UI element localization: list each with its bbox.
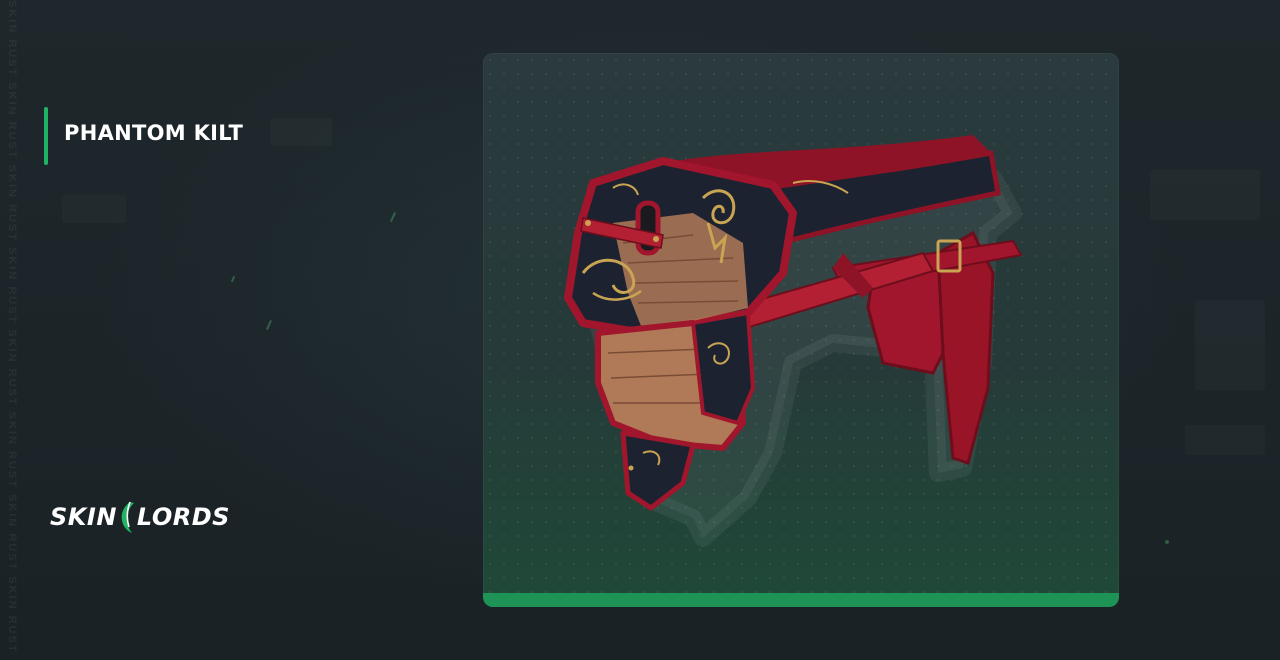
ghost-block: [270, 118, 332, 146]
logo-text-right: LORDS: [136, 503, 230, 531]
item-title: PHANTOM KILT: [64, 121, 244, 145]
kilt-item-icon: [564, 135, 1023, 547]
ghost-block: [1185, 425, 1265, 455]
ghost-block: [62, 195, 126, 223]
ghost-block: [1150, 170, 1260, 220]
item-preview-card: [483, 53, 1119, 607]
ghost-block: [1195, 300, 1265, 390]
title-accent-bar: [44, 107, 48, 165]
rarity-bar: [483, 593, 1119, 607]
leaf-icon: [118, 500, 136, 534]
skinlords-logo: SKIN LORDS: [50, 499, 230, 535]
logo-text-left: SKIN: [50, 503, 117, 531]
side-watermark: SKIN RUST SKIN RUST SKIN RUST SKIN RUST …: [6, 0, 18, 654]
